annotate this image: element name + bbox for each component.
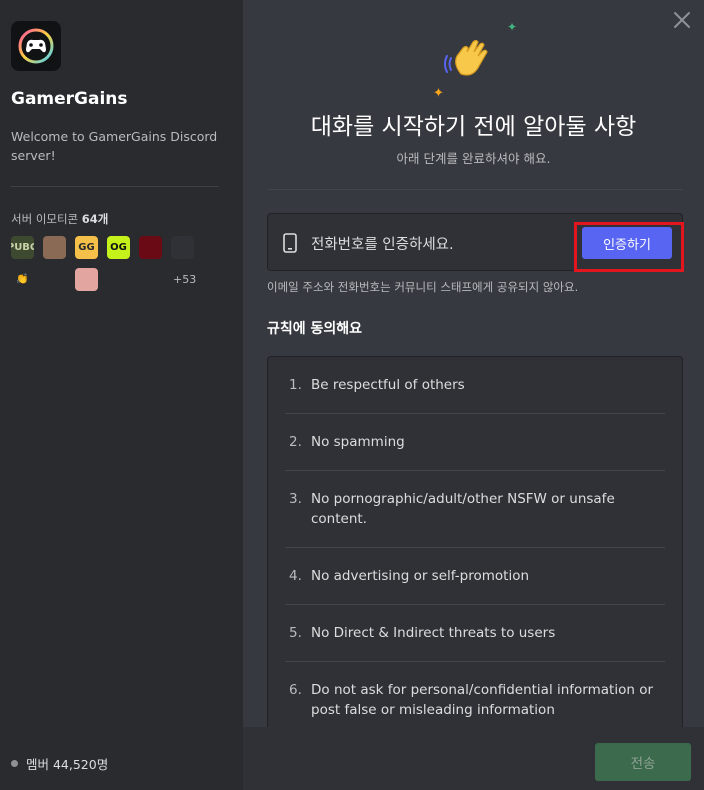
phone-icon (283, 233, 297, 253)
server-name: GamerGains (11, 89, 128, 109)
server-sidebar: GamerGains Welcome to GamerGains Discord… (0, 0, 243, 790)
onboarding-panel: ✦ ✦ 대화를 시작하기 전에 알아둘 사항 아래 단계를 완료하셔야 해요. … (243, 0, 704, 790)
verify-button[interactable]: 인증하기 (582, 227, 672, 259)
rule-text: No advertising or self-promotion (311, 568, 530, 584)
rule-number: 1. (289, 377, 302, 393)
section-divider (268, 189, 683, 190)
rule-text: No spamming (311, 434, 405, 450)
rule-text: No Direct & Indirect threats to users (311, 625, 556, 641)
person-emoji (171, 236, 194, 259)
pepe-emoji (107, 268, 130, 291)
rule-item: 5. No Direct & Indirect threats to users (285, 605, 665, 662)
phone-verify-card: 전화번호를 인증하세요. 인증하기 (267, 213, 684, 272)
rules-list[interactable]: 1. Be respectful of others 2. No spamming 3.… (267, 356, 683, 790)
pubg-emoji: PUBG (11, 236, 34, 259)
face-photo-emoji (43, 236, 66, 259)
clap-hands-emoji: 👏 (16, 274, 29, 285)
rule-item: 3. No pornographic/adult/other NSFW or un… (285, 471, 665, 548)
rule-text: No pornographic/adult/other NSFW or unsa… (311, 491, 615, 527)
og-emoji: OG (107, 236, 130, 259)
waving-hand-icon (444, 39, 488, 76)
verify-privacy-note: 이메일 주소와 전화번호는 커뮤니티 스태프에게 공유되지 않아요. (267, 280, 579, 294)
gamepad-logo-icon (18, 28, 54, 64)
emoji-count: 64개 (81, 212, 109, 226)
rule-number: 2. (289, 434, 302, 450)
rule-text: Do not ask for personal/confidential inf… (311, 682, 654, 718)
emoji-section-title: 서버 이모티콘 64개 (11, 211, 108, 227)
rule-item: 4. No advertising or self-promotion (285, 548, 665, 605)
sidebar-divider (11, 186, 219, 187)
rule-number: 3. (289, 491, 302, 507)
gg-bag-emoji: GG (75, 236, 98, 259)
server-description: Welcome to GamerGains Discord server! (11, 129, 218, 163)
star-sparkle-icon: ✦ (433, 86, 444, 101)
member-count: 멤버 44,520명 (11, 754, 108, 773)
red-orb-emoji (139, 236, 162, 259)
rule-number: 5. (289, 625, 302, 641)
emoji-grid: PUBG GG OG 👏 +53 (11, 236, 211, 291)
rules-heading: 규칙에 동의해요 (267, 321, 363, 337)
pink-face-emoji (75, 268, 98, 291)
rule-number: 6. (289, 682, 302, 698)
emoji-more-count: +53 (173, 273, 197, 286)
footer-bar: 전송 (243, 727, 704, 790)
close-icon (674, 12, 690, 28)
onboarding-title: 대화를 시작하기 전에 알아둘 사항 (310, 114, 637, 140)
rule-item: 1. Be respectful of others (285, 357, 665, 414)
cheese-emoji (43, 268, 66, 291)
baby-face-emoji (139, 268, 162, 291)
submit-button[interactable]: 전송 (595, 743, 691, 781)
onboarding-subtitle: 아래 단계를 완료하셔야 해요. (396, 151, 551, 166)
rule-number: 4. (289, 568, 302, 584)
phone-verify-text: 전화번호를 인증하세요. (311, 237, 454, 253)
close-button[interactable] (673, 11, 691, 29)
rule-text: Be respectful of others (311, 377, 465, 393)
server-logo (11, 21, 61, 71)
sparkle-icon: ✦ (507, 20, 518, 34)
emoji-title-label: 서버 이모티콘 (11, 212, 79, 226)
member-status-dot (11, 760, 18, 767)
member-count-label: 멤버 44,520명 (26, 757, 109, 772)
rule-item: 2. No spamming (285, 414, 665, 471)
